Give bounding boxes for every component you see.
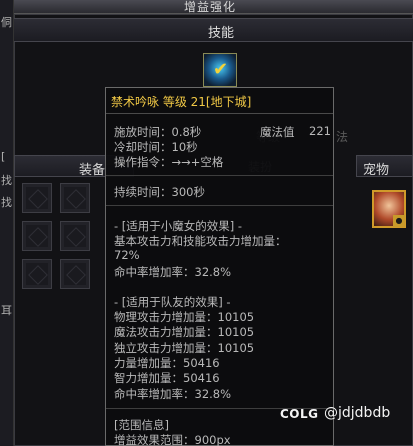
equip-slot[interactable]: [22, 259, 52, 289]
left-fragment: [: [1, 150, 6, 163]
equip-slot[interactable]: [60, 221, 90, 251]
tooltip-divider: [106, 205, 333, 206]
skill-check-glyph: ✔: [213, 59, 229, 80]
mana-value: 221: [309, 124, 331, 138]
equip-slot[interactable]: [22, 221, 52, 251]
left-fragment: 找: [1, 196, 12, 209]
cooldown: 冷却时间：10秒: [114, 140, 198, 154]
range-info-title: [范围信息]: [114, 418, 169, 432]
window-title-bar[interactable]: 增益强化: [14, 0, 413, 14]
pet-portrait-icon[interactable]: ●: [372, 190, 406, 228]
sword-aura-skill-icon[interactable]: ✔: [203, 53, 237, 87]
buff-range: 增益效果范围：900px: [114, 433, 231, 446]
pet-section-header: 宠物: [356, 155, 413, 178]
pet-badge-icon: ●: [393, 215, 405, 227]
left-fragment: 耳: [1, 304, 12, 317]
skill-section-header: 技能: [14, 18, 413, 42]
self-hit-rate: 命中率增加率：32.8%: [114, 265, 232, 279]
left-panel-edge: 侗 [ 找 找 耳: [0, 0, 14, 446]
cast-time: 施放时间：0.8秒: [114, 125, 202, 139]
command: 操作指令：→→+空格: [114, 155, 224, 169]
skill-header-label: 技能: [208, 26, 235, 41]
tooltip-title-bar: 禁术吟咏 等级 21[地下城]: [106, 88, 333, 114]
window-title: 增益强化: [184, 0, 237, 14]
mana-label: 魔法值: [260, 125, 295, 139]
self-effect-section: - [适用于小魔女的效果] -: [114, 219, 243, 233]
ally-effect-section: - [适用于队友的效果] -: [114, 295, 231, 309]
skill-tooltip: 禁术吟咏 等级 21[地下城] 施放时间：0.8秒 魔法值 221 冷却时间：1…: [105, 87, 334, 446]
equip-header-label: 装备: [79, 163, 106, 178]
independent-attack: 独立攻击力增加量：10105: [114, 341, 255, 355]
equip-slot[interactable]: [60, 259, 90, 289]
tooltip-title: 禁术吟咏 等级 21[地下城]: [111, 95, 252, 109]
background-text: 法: [336, 130, 349, 144]
self-attack-increase: 基本攻击力和技能攻击力增加量：: [114, 234, 287, 248]
left-fragment: 找: [1, 174, 12, 187]
ally-hit-rate: 命中率增加率：32.8%: [114, 387, 232, 401]
strength-increase: 力量增加量：50416: [114, 356, 220, 370]
duration: 持续时间：300秒: [114, 185, 205, 199]
tooltip-divider: [106, 175, 333, 176]
intelligence-increase: 智力增加量：50416: [114, 371, 220, 385]
magic-attack: 魔法攻击力增加量：10105: [114, 325, 255, 339]
pet-header-label: 宠物: [363, 163, 390, 178]
watermark-user: @jdjdbdb: [324, 405, 391, 421]
self-attack-increase-value: 72%: [114, 248, 140, 262]
colg-logo: COLG: [280, 407, 319, 421]
left-fragment: 侗: [1, 16, 12, 29]
equip-slot[interactable]: [22, 183, 52, 213]
physical-attack: 物理攻击力增加量：10105: [114, 310, 255, 324]
equip-slot[interactable]: [60, 183, 90, 213]
